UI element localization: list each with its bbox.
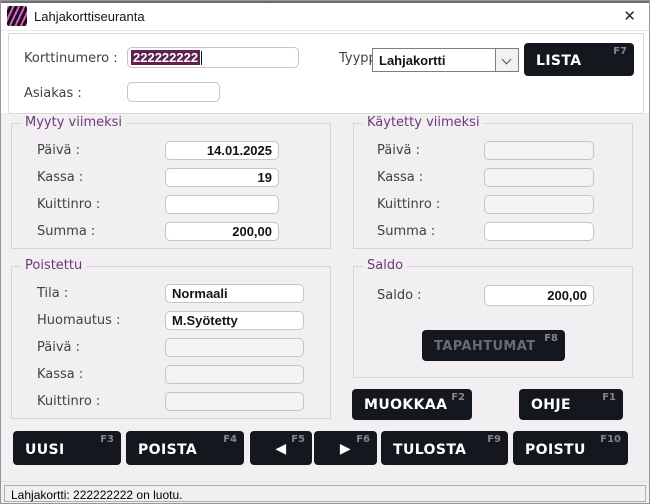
tulosta-button[interactable]: TULOSTA F9	[381, 431, 508, 465]
tyyppi-select[interactable]: Lahjakortti	[372, 48, 519, 72]
status-message: Lahjakortti: 222222222 on luotu.	[11, 488, 182, 502]
poistettu-kassa-label: Kassa :	[37, 367, 83, 382]
tulosta-fkey-label: F9	[487, 434, 501, 445]
group-title-saldo: Saldo	[363, 258, 407, 273]
muokkaa-fkey-label: F2	[451, 392, 465, 403]
myyty-summa-input[interactable]	[165, 222, 279, 241]
app-icon	[7, 6, 27, 26]
asiakas-input[interactable]	[127, 82, 220, 102]
uusi-fkey-label: F3	[100, 434, 114, 445]
chevron-down-icon	[502, 55, 512, 65]
tyyppi-selected-value: Lahjakortti	[379, 53, 445, 68]
group-title-myyty: Myyty viimeksi	[21, 115, 126, 130]
saldo-input[interactable]	[484, 285, 594, 306]
ohje-button[interactable]: OHJE F1	[519, 389, 623, 420]
text-caret	[201, 51, 202, 65]
card-search-panel: Korttinumero : 222222222 Tyyppi : Lahjak…	[8, 33, 644, 114]
poistettu-huomautus-input[interactable]	[165, 311, 304, 330]
myyty-kassa-input[interactable]	[165, 168, 279, 187]
window-title: Lahjakorttiseuranta	[34, 9, 145, 24]
kaytetty-summa-label: Summa :	[377, 224, 435, 239]
kaytetty-paiva-label: Päivä :	[377, 143, 420, 158]
myyty-paiva-input[interactable]	[165, 141, 279, 160]
tapahtumat-fkey-label: F8	[544, 333, 558, 344]
uusi-button[interactable]: UUSI F3	[13, 431, 121, 465]
group-saldo: Saldo Saldo : TAPAHTUMAT F8	[353, 266, 633, 378]
kaytetty-summa-input[interactable]	[484, 222, 594, 241]
combo-dropdown-button[interactable]	[495, 49, 518, 71]
kaytetty-paiva-input[interactable]	[484, 141, 594, 160]
poistettu-tila-label: Tila :	[37, 286, 68, 301]
poistettu-tila-input[interactable]	[165, 284, 304, 303]
poistettu-paiva-label: Päivä :	[37, 340, 80, 355]
group-myyty-viimeksi: Myyty viimeksi Päivä : Kassa : Kuittinro…	[11, 123, 331, 249]
tapahtumat-button[interactable]: TAPAHTUMAT F8	[422, 330, 565, 361]
korttinumero-input[interactable]: 222222222	[127, 47, 299, 68]
korttinumero-label: Korttinumero :	[24, 51, 118, 66]
myyty-kassa-label: Kassa :	[37, 170, 83, 185]
next-button[interactable]: ▶ F6	[314, 431, 377, 465]
status-bar: Lahjakortti: 222222222 on luotu.	[1, 481, 649, 504]
background-window-text-fragment: SAI VIA	[257, 2, 427, 7]
myyty-paiva-label: Päivä :	[37, 143, 80, 158]
arrow-right-icon: ▶	[340, 441, 351, 457]
poistettu-kuittinro-label: Kuittinro :	[37, 394, 100, 409]
kaytetty-kuittinro-label: Kuittinro :	[377, 197, 440, 212]
lista-button[interactable]: LISTA F7	[524, 43, 634, 76]
saldo-label: Saldo :	[377, 288, 422, 303]
prev-fkey-label: F5	[291, 434, 305, 445]
myyty-summa-label: Summa :	[37, 224, 95, 239]
poistu-button[interactable]: POISTU F10	[513, 431, 628, 465]
group-title-kaytetty: Käytetty viimeksi	[363, 115, 484, 130]
status-message-box: Lahjakortti: 222222222 on luotu.	[4, 485, 646, 502]
group-title-poistettu: Poistettu	[21, 258, 86, 273]
korttinumero-selected-text: 222222222	[131, 50, 200, 65]
poistettu-paiva-input[interactable]	[165, 338, 304, 357]
app-window: SAI VIA Lahjakorttiseuranta ✕ Korttinume…	[0, 0, 650, 504]
poista-button[interactable]: POISTA F4	[126, 431, 244, 465]
poista-fkey-label: F4	[223, 434, 237, 445]
lista-fkey-label: F7	[613, 46, 627, 57]
myyty-kuittinro-label: Kuittinro :	[37, 197, 100, 212]
close-icon[interactable]: ✕	[623, 7, 636, 25]
muokkaa-button[interactable]: MUOKKAA F2	[352, 389, 472, 420]
poistettu-kuittinro-input[interactable]	[165, 392, 304, 411]
ohje-fkey-label: F1	[602, 392, 616, 403]
poistettu-kassa-input[interactable]	[165, 365, 304, 384]
group-poistettu: Poistettu Tila : Huomautus : Päivä : Kas…	[11, 266, 331, 419]
poistu-fkey-label: F10	[600, 434, 621, 445]
asiakas-label: Asiakas :	[24, 86, 82, 101]
group-kaytetty-viimeksi: Käytetty viimeksi Päivä : Kassa : Kuitti…	[353, 123, 633, 249]
arrow-left-icon: ◀	[275, 441, 286, 457]
kaytetty-kassa-label: Kassa :	[377, 170, 423, 185]
poistettu-huomautus-label: Huomautus :	[37, 313, 120, 328]
next-fkey-label: F6	[356, 434, 370, 445]
myyty-kuittinro-input[interactable]	[165, 195, 279, 214]
kaytetty-kassa-input[interactable]	[484, 168, 594, 187]
prev-button[interactable]: ◀ F5	[250, 431, 312, 465]
kaytetty-kuittinro-input[interactable]	[484, 195, 594, 214]
